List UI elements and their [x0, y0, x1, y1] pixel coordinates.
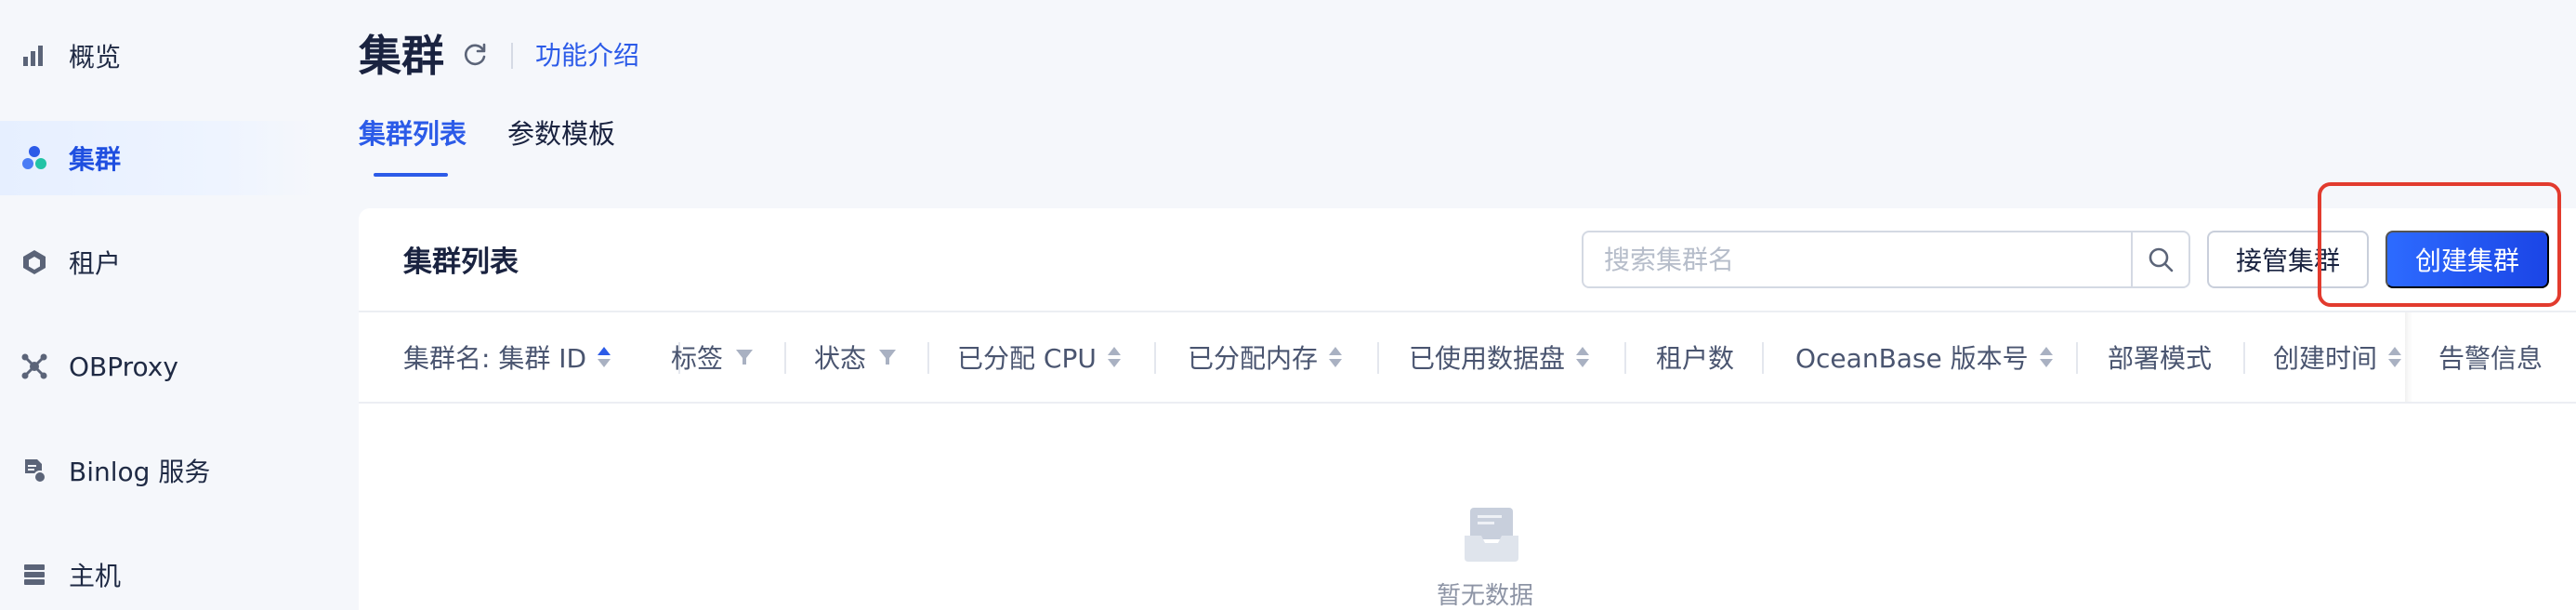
sidebar-item-label: 租户 [69, 248, 122, 279]
sidebar-item-tenant[interactable]: 租户 [0, 225, 316, 299]
search-box [1582, 231, 2190, 288]
sidebar-item-label: OBProxy [69, 351, 178, 382]
sidebar-item-label: 主机 [69, 561, 122, 591]
bar-chart-icon [19, 40, 50, 72]
sidebar-item-obproxy[interactable]: OBProxy [0, 329, 316, 404]
create-cluster-button[interactable]: 创建集群 [2385, 231, 2549, 288]
sidebar-item-label: Binlog 服务 [69, 457, 211, 487]
sidebar-item-host[interactable]: 主机 [0, 537, 316, 610]
column-header-alert-info: 告警信息 [2438, 343, 2543, 374]
cluster-icon [19, 142, 50, 174]
sidebar-item-cluster[interactable]: 集群 [0, 121, 316, 195]
sort-icon [1576, 347, 1590, 367]
empty-inbox-icon [1465, 508, 1518, 562]
tenant-hexagon-icon [19, 246, 50, 278]
active-tab-indicator [374, 173, 448, 177]
empty-state-text: 暂无数据 [1437, 582, 1534, 610]
search-input[interactable] [1584, 232, 2131, 286]
proxy-network-icon [19, 351, 50, 382]
column-header-created-time[interactable]: 创建时间 [2273, 312, 2403, 402]
cluster-list-card: 集群列表 接管集群 创建集群 集群名: 集群 ID 标签 状态 [359, 208, 2576, 610]
sidebar-item-label: 集群 [69, 144, 122, 175]
takeover-cluster-button[interactable]: 接管集群 [2207, 231, 2369, 288]
sidebar-item-label: 概览 [69, 42, 122, 73]
table-header: 集群名: 集群 ID 标签 状态 已分配 CPU 已分配内存 已使用数据盘 租户… [359, 312, 2576, 402]
sort-icon [1329, 347, 1343, 367]
feature-intro-link[interactable]: 功能介绍 [535, 37, 639, 74]
table-divider [359, 402, 2576, 404]
column-header-used-disk[interactable]: 已使用数据盘 [1409, 312, 1591, 402]
binlog-file-icon [19, 455, 50, 486]
tab-param-template[interactable]: 参数模板 [507, 115, 615, 152]
tab-cluster-list[interactable]: 集群列表 [359, 115, 467, 152]
column-header-tenant-count: 租户数 [1656, 343, 1735, 374]
column-header-allocated-memory[interactable]: 已分配内存 [1188, 312, 1344, 402]
card-title: 集群列表 [403, 245, 519, 279]
page-title: 集群 [359, 31, 444, 81]
sort-icon [1107, 347, 1121, 367]
sidebar-item-overview[interactable]: 概览 [0, 19, 316, 93]
search-button[interactable] [2131, 232, 2188, 286]
refresh-icon[interactable] [459, 39, 491, 71]
column-header-cluster-name[interactable]: 集群名: 集群 ID [403, 312, 612, 402]
sort-asc-active-icon [598, 347, 611, 367]
filter-icon[interactable] [877, 347, 898, 367]
column-header-oceanbase-version[interactable]: OceanBase 版本号 [1795, 312, 2055, 402]
sidebar-item-binlog[interactable]: Binlog 服务 [0, 433, 316, 508]
sidebar: 概览 集群 租户 OBProxy Binlog 服务 主机 [0, 0, 316, 610]
search-icon [2149, 247, 2174, 272]
column-header-allocated-cpu[interactable]: 已分配 CPU [957, 312, 1123, 402]
title-divider [511, 43, 513, 69]
host-server-icon [19, 559, 50, 590]
column-header-status[interactable]: 状态 [814, 312, 898, 402]
filter-icon[interactable] [734, 347, 755, 367]
column-header-deploy-mode: 部署模式 [2108, 343, 2213, 374]
sort-icon [2039, 347, 2053, 367]
column-header-tags[interactable]: 标签 [671, 312, 755, 402]
sort-icon [2388, 347, 2402, 367]
